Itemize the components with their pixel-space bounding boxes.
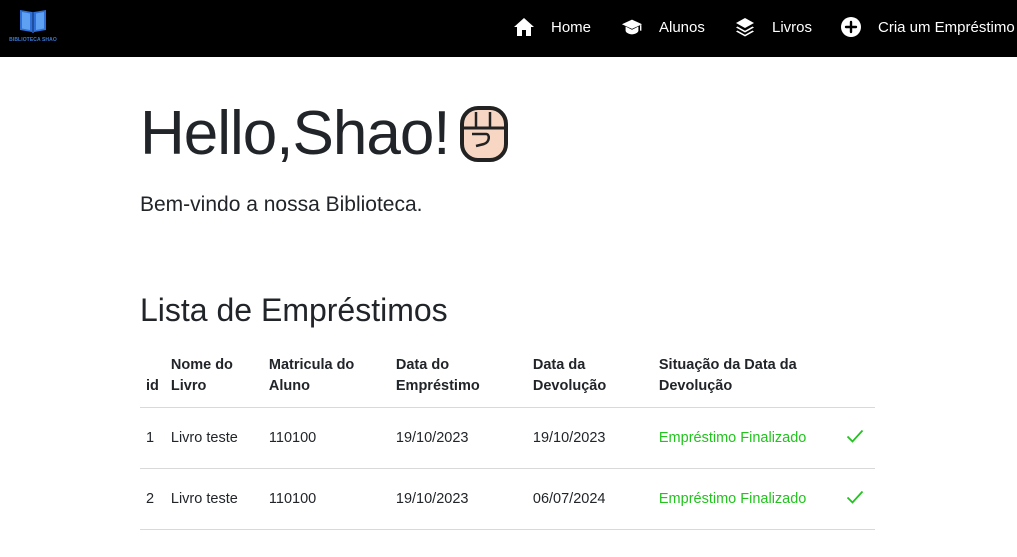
cell-id: 1	[140, 407, 165, 469]
col-header-status-icon	[839, 347, 875, 408]
checkmark-icon	[846, 490, 864, 504]
table-row: 1 Livro teste 110100 19/10/2023 19/10/20…	[140, 407, 875, 469]
cell-status-icon	[839, 468, 875, 530]
nav-home[interactable]: Home	[513, 12, 591, 42]
nav-alunos-label: Alunos	[659, 18, 705, 36]
col-header-book: Nome do Livro	[164, 347, 263, 408]
house-icon	[513, 16, 535, 38]
cell-return-date: 06/07/2024	[526, 468, 653, 530]
nav-alunos[interactable]: Alunos	[621, 12, 705, 42]
cell-registration: 110100	[262, 407, 390, 469]
brand-logo[interactable]: BIBLIOTECA SHAO	[5, 6, 61, 46]
welcome-subtitle: Bem-vindo a nossa Biblioteca.	[140, 193, 423, 216]
cell-loan-date: 19/10/2023	[389, 468, 527, 530]
layers-icon	[734, 16, 756, 38]
cell-status-icon	[839, 407, 875, 469]
col-header-registration: Matricula do Aluno	[262, 347, 390, 408]
cell-id: 2	[140, 468, 165, 530]
top-navbar: BIBLIOTECA SHAO Home Alunos Livros Cria …	[0, 0, 1017, 57]
cell-status: Empréstimo Finalizado	[652, 468, 840, 530]
loans-table: id Nome do Livro Matricula do Aluno Data…	[140, 347, 875, 530]
cell-book: Livro teste	[164, 407, 263, 469]
cell-registration: 110100	[262, 468, 390, 530]
cell-loan-date: 19/10/2023	[389, 407, 527, 469]
nav-livros-label: Livros	[772, 18, 813, 36]
col-header-id: id	[140, 347, 165, 408]
nav-cria-emprestimo[interactable]: Cria um Empréstimo	[840, 12, 1015, 42]
cell-return-date: 19/10/2023	[526, 407, 653, 469]
graduation-cap-icon	[621, 16, 643, 38]
plus-circle-icon	[840, 16, 862, 38]
col-header-loan-date: Data do Empréstimo	[389, 347, 527, 408]
nav-cria-label: Cria um Empréstimo	[878, 18, 1015, 36]
greeting-text: Hello,Shao!	[140, 99, 451, 168]
cell-status: Empréstimo Finalizado	[652, 407, 840, 469]
nav-livros[interactable]: Livros	[734, 12, 812, 42]
checkmark-icon	[846, 429, 864, 443]
open-book-icon	[20, 10, 46, 33]
greeting-heading: Hello,Shao!	[140, 98, 512, 169]
brand-caption: BIBLIOTECA SHAO	[9, 37, 57, 43]
raised-fist-icon	[459, 105, 508, 162]
table-row: 2 Livro teste 110100 19/10/2023 06/07/20…	[140, 468, 875, 530]
col-header-status: Situação da Data da Devolução	[652, 347, 840, 408]
cell-book: Livro teste	[164, 468, 263, 530]
col-header-return-date: Data da Devolução	[526, 347, 653, 408]
table-header-row: id Nome do Livro Matricula do Aluno Data…	[140, 347, 875, 408]
loans-section-title: Lista de Empréstimos	[140, 292, 448, 328]
nav-home-label: Home	[551, 18, 592, 36]
